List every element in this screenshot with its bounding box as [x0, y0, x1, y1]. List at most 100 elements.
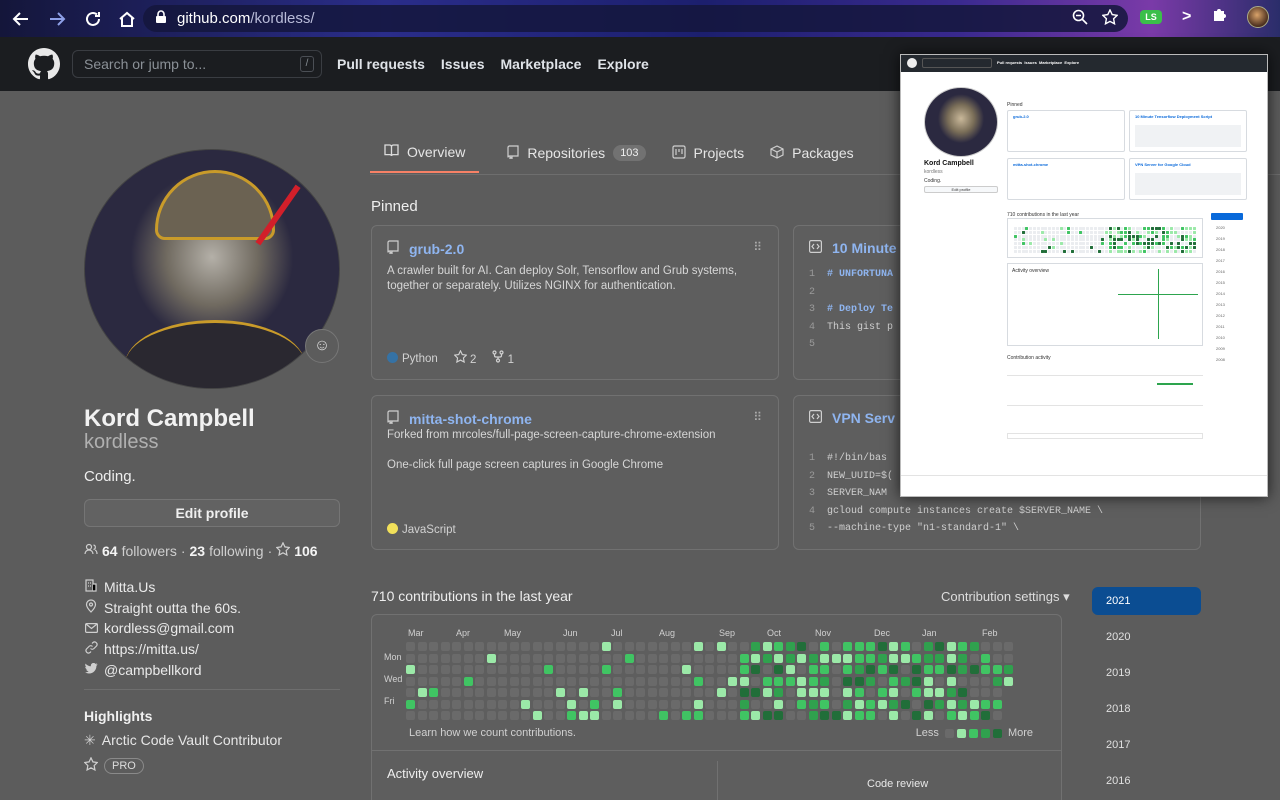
contribution-day-cell[interactable] [509, 711, 519, 720]
contribution-day-cell[interactable] [624, 665, 634, 674]
contribution-day-cell[interactable] [486, 711, 496, 720]
gist-link-tensorflow[interactable]: 10 Minute [832, 240, 897, 256]
contribution-day-cell[interactable] [682, 699, 691, 709]
contribution-day-cell[interactable] [946, 676, 956, 686]
year-link-2021[interactable]: 2021 [1092, 587, 1201, 615]
year-link-2020[interactable]: 2020 [1092, 623, 1201, 651]
contribution-day-cell[interactable] [958, 711, 967, 720]
contribution-day-cell[interactable] [647, 711, 657, 720]
contribution-day-cell[interactable] [992, 711, 1002, 720]
contribution-day-cell[interactable] [555, 642, 565, 651]
contribution-day-cell[interactable] [636, 688, 645, 697]
contribution-day-cell[interactable] [601, 653, 611, 663]
contribution-day-cell[interactable] [751, 676, 760, 686]
contribution-day-cell[interactable] [624, 688, 634, 697]
repo-link-grub[interactable]: grub-2.0 [409, 241, 464, 257]
contribution-day-cell[interactable] [498, 665, 507, 674]
contribution-day-cell[interactable] [498, 699, 507, 709]
contribution-day-cell[interactable] [544, 665, 553, 674]
contribution-day-cell[interactable] [475, 653, 484, 663]
contribution-day-cell[interactable] [843, 642, 852, 651]
contribution-day-cell[interactable] [601, 665, 611, 674]
contribution-day-cell[interactable] [854, 676, 864, 686]
contribution-day-cell[interactable] [877, 642, 887, 651]
contribution-day-cell[interactable] [785, 653, 795, 663]
contribution-day-cell[interactable] [670, 665, 680, 674]
contribution-day-cell[interactable] [912, 699, 921, 709]
edit-profile-button[interactable]: Edit profile [84, 499, 340, 527]
contribution-day-cell[interactable] [693, 642, 703, 651]
bookmark-star-icon[interactable] [1101, 8, 1119, 30]
email-link[interactable]: kordless@gmail.com [104, 620, 234, 636]
contribution-day-cell[interactable] [762, 711, 772, 720]
contribution-day-cell[interactable] [601, 688, 611, 697]
contribution-day-cell[interactable] [463, 711, 473, 720]
contribution-day-cell[interactable] [429, 711, 438, 720]
contribution-day-cell[interactable] [590, 676, 599, 686]
reload-icon[interactable] [82, 8, 104, 30]
contribution-day-cell[interactable] [463, 665, 473, 674]
contribution-day-cell[interactable] [647, 665, 657, 674]
contribution-day-cell[interactable] [808, 711, 818, 720]
contribution-day-cell[interactable] [877, 665, 887, 674]
contribution-day-cell[interactable] [578, 688, 588, 697]
contribution-day-cell[interactable] [486, 699, 496, 709]
contribution-day-cell[interactable] [578, 699, 588, 709]
contribution-day-cell[interactable] [647, 642, 657, 651]
contribution-day-cell[interactable] [739, 711, 749, 720]
contribution-day-cell[interactable] [463, 642, 473, 651]
year-link-2018[interactable]: 2018 [1092, 695, 1201, 723]
screenshot-preview-popup[interactable]: Pull requests Issues Marketplace Explore… [900, 54, 1268, 497]
contribution-day-cell[interactable] [935, 688, 944, 697]
contribution-day-cell[interactable] [889, 711, 898, 720]
contribution-settings-dropdown[interactable]: Contribution settings ▾ [941, 589, 1070, 605]
contribution-day-cell[interactable] [693, 699, 703, 709]
contribution-day-cell[interactable] [624, 699, 634, 709]
contribution-day-cell[interactable] [866, 676, 875, 686]
contribution-day-cell[interactable] [854, 688, 864, 697]
contribution-day-cell[interactable] [958, 676, 967, 686]
contribution-day-cell[interactable] [521, 688, 530, 697]
contribution-day-cell[interactable] [429, 642, 438, 651]
contribution-day-cell[interactable] [532, 665, 542, 674]
contribution-day-cell[interactable] [923, 688, 933, 697]
contribution-day-cell[interactable] [958, 642, 967, 651]
contribution-day-cell[interactable] [728, 665, 737, 674]
search-input[interactable]: Search or jump to... / [72, 50, 322, 78]
contribution-day-cell[interactable] [843, 665, 852, 674]
contribution-day-cell[interactable] [452, 653, 461, 663]
contribution-day-cell[interactable] [854, 699, 864, 709]
contribution-day-cell[interactable] [739, 642, 749, 651]
contribution-day-cell[interactable] [463, 676, 473, 686]
contribution-day-cell[interactable] [923, 665, 933, 674]
contribution-day-cell[interactable] [463, 653, 473, 663]
contribution-day-cell[interactable] [866, 688, 875, 697]
contribution-day-cell[interactable] [544, 699, 553, 709]
contribution-day-cell[interactable] [820, 711, 829, 720]
contribution-day-cell[interactable] [521, 665, 530, 674]
contribution-day-cell[interactable] [509, 699, 519, 709]
contribution-day-cell[interactable] [521, 699, 530, 709]
contribution-day-cell[interactable] [452, 688, 461, 697]
contribution-day-cell[interactable] [808, 676, 818, 686]
contribution-day-cell[interactable] [659, 711, 668, 720]
contribution-day-cell[interactable] [808, 688, 818, 697]
contribution-day-cell[interactable] [808, 699, 818, 709]
contribution-day-cell[interactable] [946, 699, 956, 709]
contribution-day-cell[interactable] [866, 642, 875, 651]
year-link-2019[interactable]: 2019 [1092, 659, 1201, 687]
contribution-day-cell[interactable] [647, 653, 657, 663]
extension-badge-icon[interactable]: LS [1140, 10, 1162, 24]
contribution-day-cell[interactable] [417, 688, 427, 697]
contribution-day-cell[interactable] [406, 711, 415, 720]
contribution-day-cell[interactable] [567, 676, 576, 686]
contribution-day-cell[interactable] [981, 676, 990, 686]
contribution-day-cell[interactable] [946, 665, 956, 674]
contribution-day-cell[interactable] [900, 699, 910, 709]
back-arrow-icon[interactable] [10, 8, 32, 30]
learn-contributions-link[interactable]: Learn how we count contributions. [409, 727, 576, 739]
home-icon[interactable] [116, 8, 138, 30]
contribution-day-cell[interactable] [429, 653, 438, 663]
contribution-day-cell[interactable] [555, 711, 565, 720]
contribution-day-cell[interactable] [670, 699, 680, 709]
